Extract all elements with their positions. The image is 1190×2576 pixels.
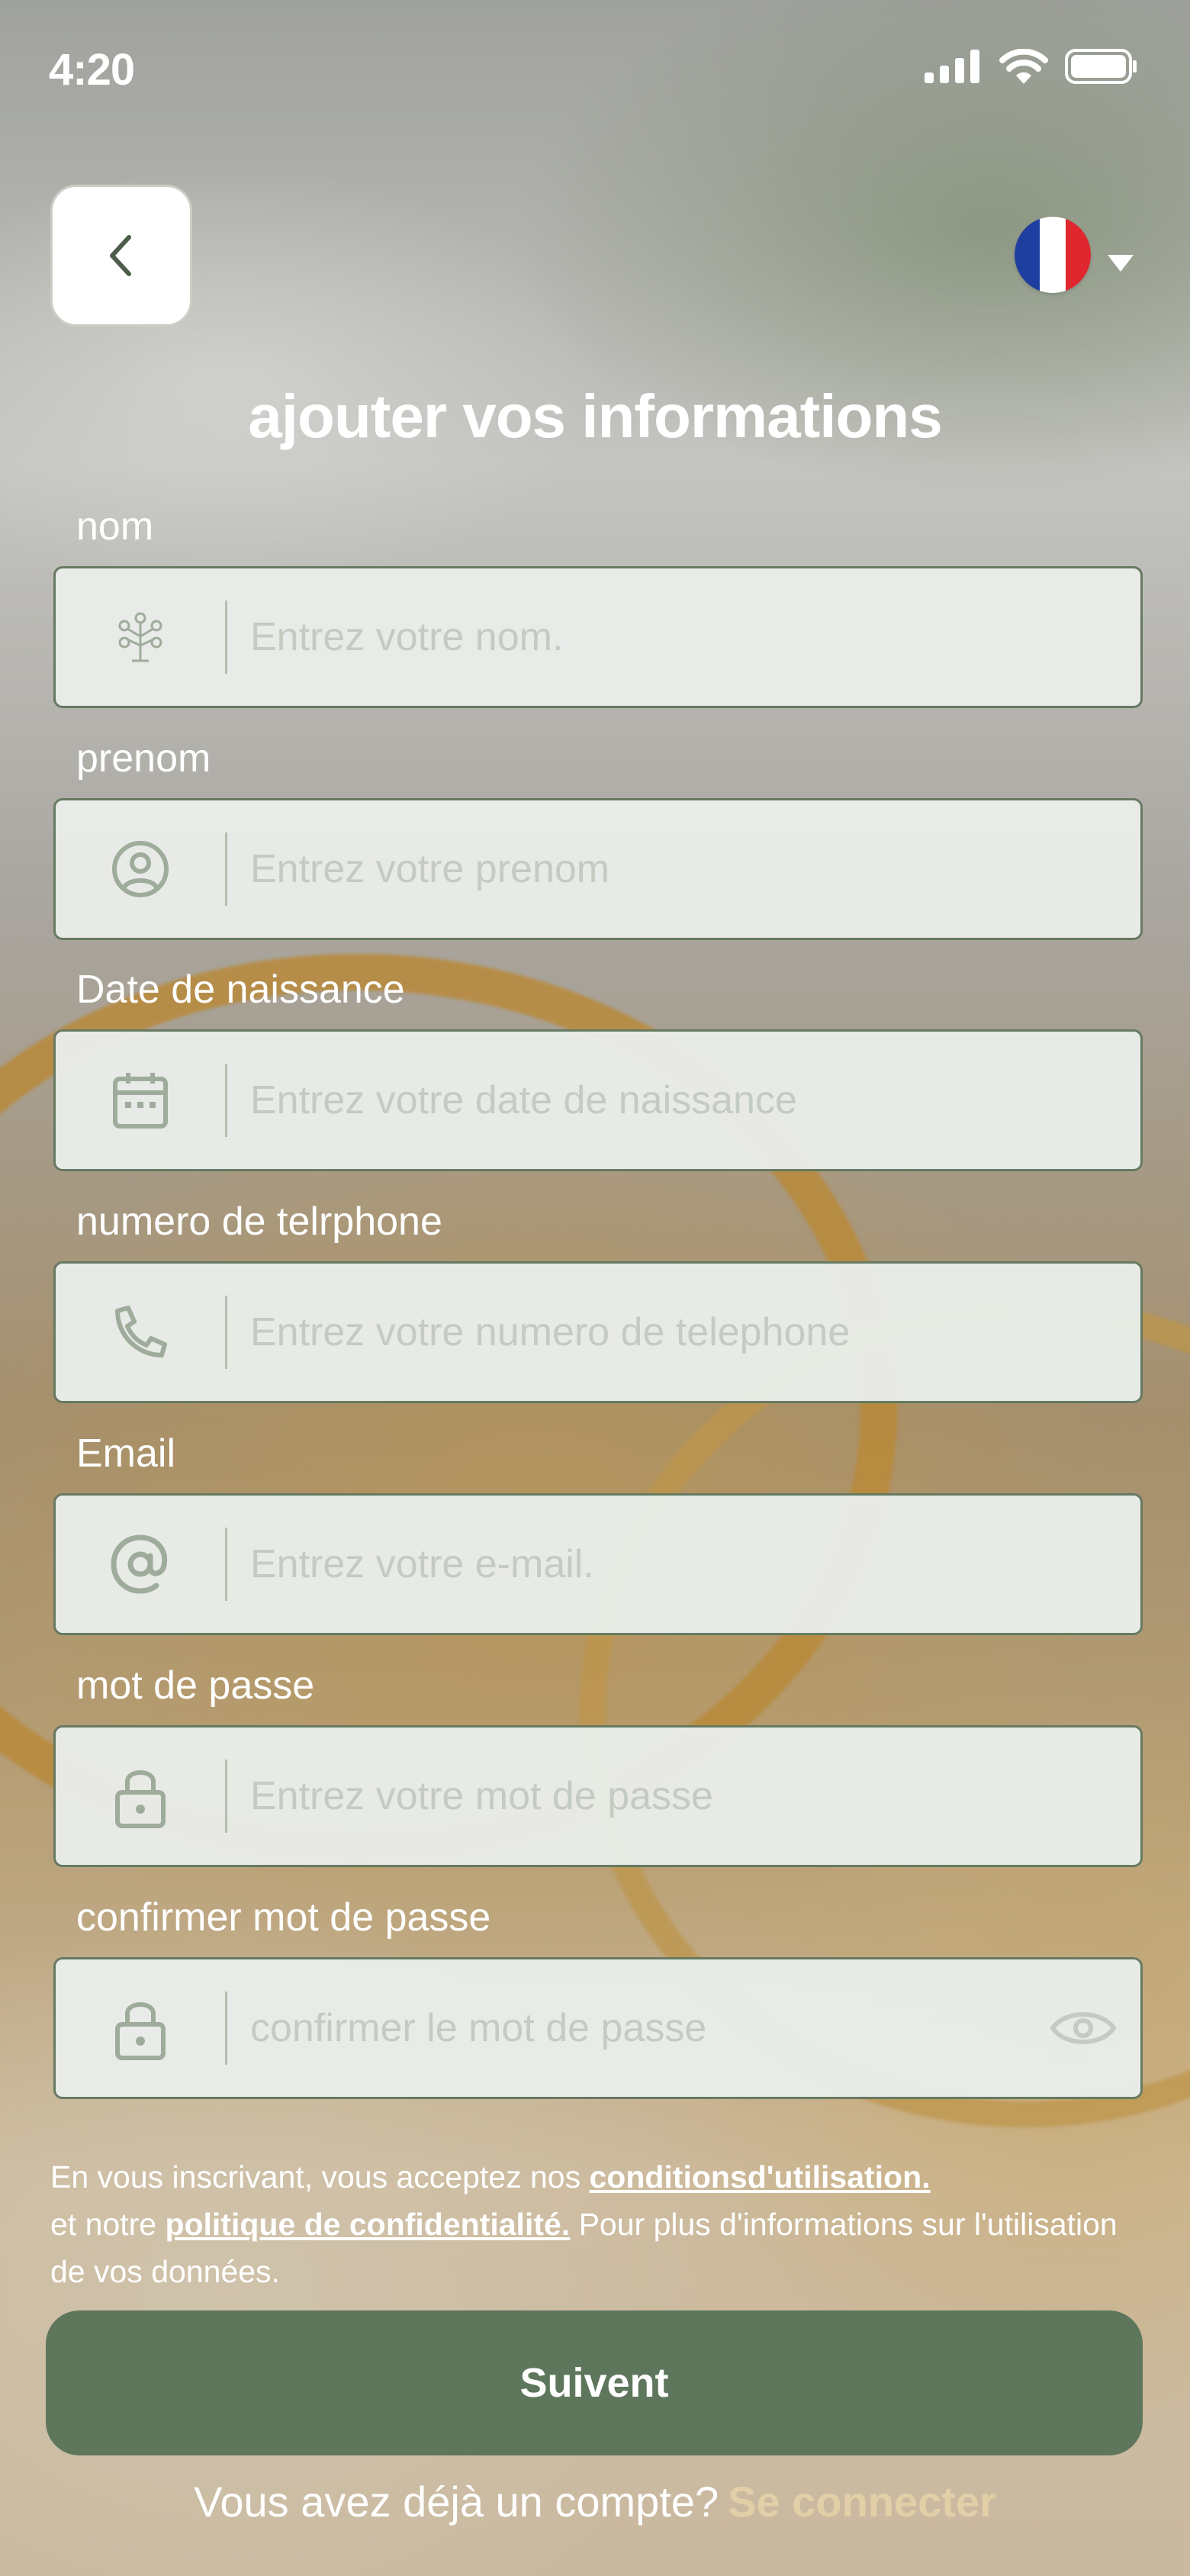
email-input[interactable] [227,1495,1140,1634]
page-title: ajouter vos informations [248,382,942,450]
status-time: 4:20 [49,45,135,95]
phone-label: numero de telrphone [76,1199,442,1244]
first-name-input[interactable] [227,800,1140,939]
calendar-icon [113,1073,168,1129]
language-selector[interactable] [1015,217,1134,293]
name-label: nom [76,504,154,549]
birth-date-label: Date de naissance [76,968,405,1012]
phone-input[interactable] [227,1263,1140,1402]
confirm-password-field[interactable] [53,1957,1143,2099]
terms-notice: En vous inscrivant, vous acceptez nos co… [50,2153,1156,2295]
name-input[interactable] [227,568,1140,707]
signup-screen: 4:20 ajouter vos informations nom Entrez… [0,0,1190,2576]
lock-icon [115,2002,166,2060]
confirm-password-input[interactable] [227,1959,1026,2098]
france-flag-icon [1015,217,1091,293]
password-label: mot de passe [76,1663,315,1708]
birth-date-input[interactable] [227,1031,1140,1170]
login-prompt-text: Vous avez déjà un compte? [194,2478,719,2526]
lock-icon [115,1770,166,1828]
password-input[interactable] [227,1727,1140,1866]
user-circle-icon [112,841,169,897]
family-tree-icon [118,612,162,662]
login-link[interactable]: Se connecter [728,2478,996,2526]
name-field[interactable] [53,566,1143,708]
chevron-left-icon [110,235,131,276]
phone-field[interactable] [53,1261,1143,1403]
email-label: Email [76,1431,176,1476]
status-icons [925,49,1138,84]
cellular-signal-icon [925,50,979,83]
password-field[interactable] [53,1725,1143,1867]
caret-down-icon [1108,255,1134,272]
first-name-field[interactable] [53,798,1143,940]
terms-of-use-link[interactable]: conditionsd'utilisation. [589,2159,930,2194]
submit-button[interactable]: Suivent [46,2310,1143,2455]
terms-text: En vous inscrivant, vous acceptez nos [50,2159,590,2194]
login-prompt: Vous avez déjà un compte? Se connecter [0,2477,1190,2526]
confirm-password-label: confirmer mot de passe [76,1895,491,1940]
birth-date-field[interactable] [53,1029,1143,1171]
eye-icon [1050,2012,1117,2044]
battery-icon [1065,49,1137,84]
back-button[interactable] [50,185,192,327]
phone-icon [115,1306,167,1357]
toggle-password-visibility[interactable] [1026,2007,1140,2050]
terms-text: et notre [50,2207,166,2242]
privacy-policy-link[interactable]: politique de confidentialité. [165,2207,570,2242]
first-name-label: prenom [76,736,211,781]
email-field[interactable] [53,1493,1143,1635]
at-sign-icon [111,1534,168,1594]
wifi-icon [999,49,1048,84]
